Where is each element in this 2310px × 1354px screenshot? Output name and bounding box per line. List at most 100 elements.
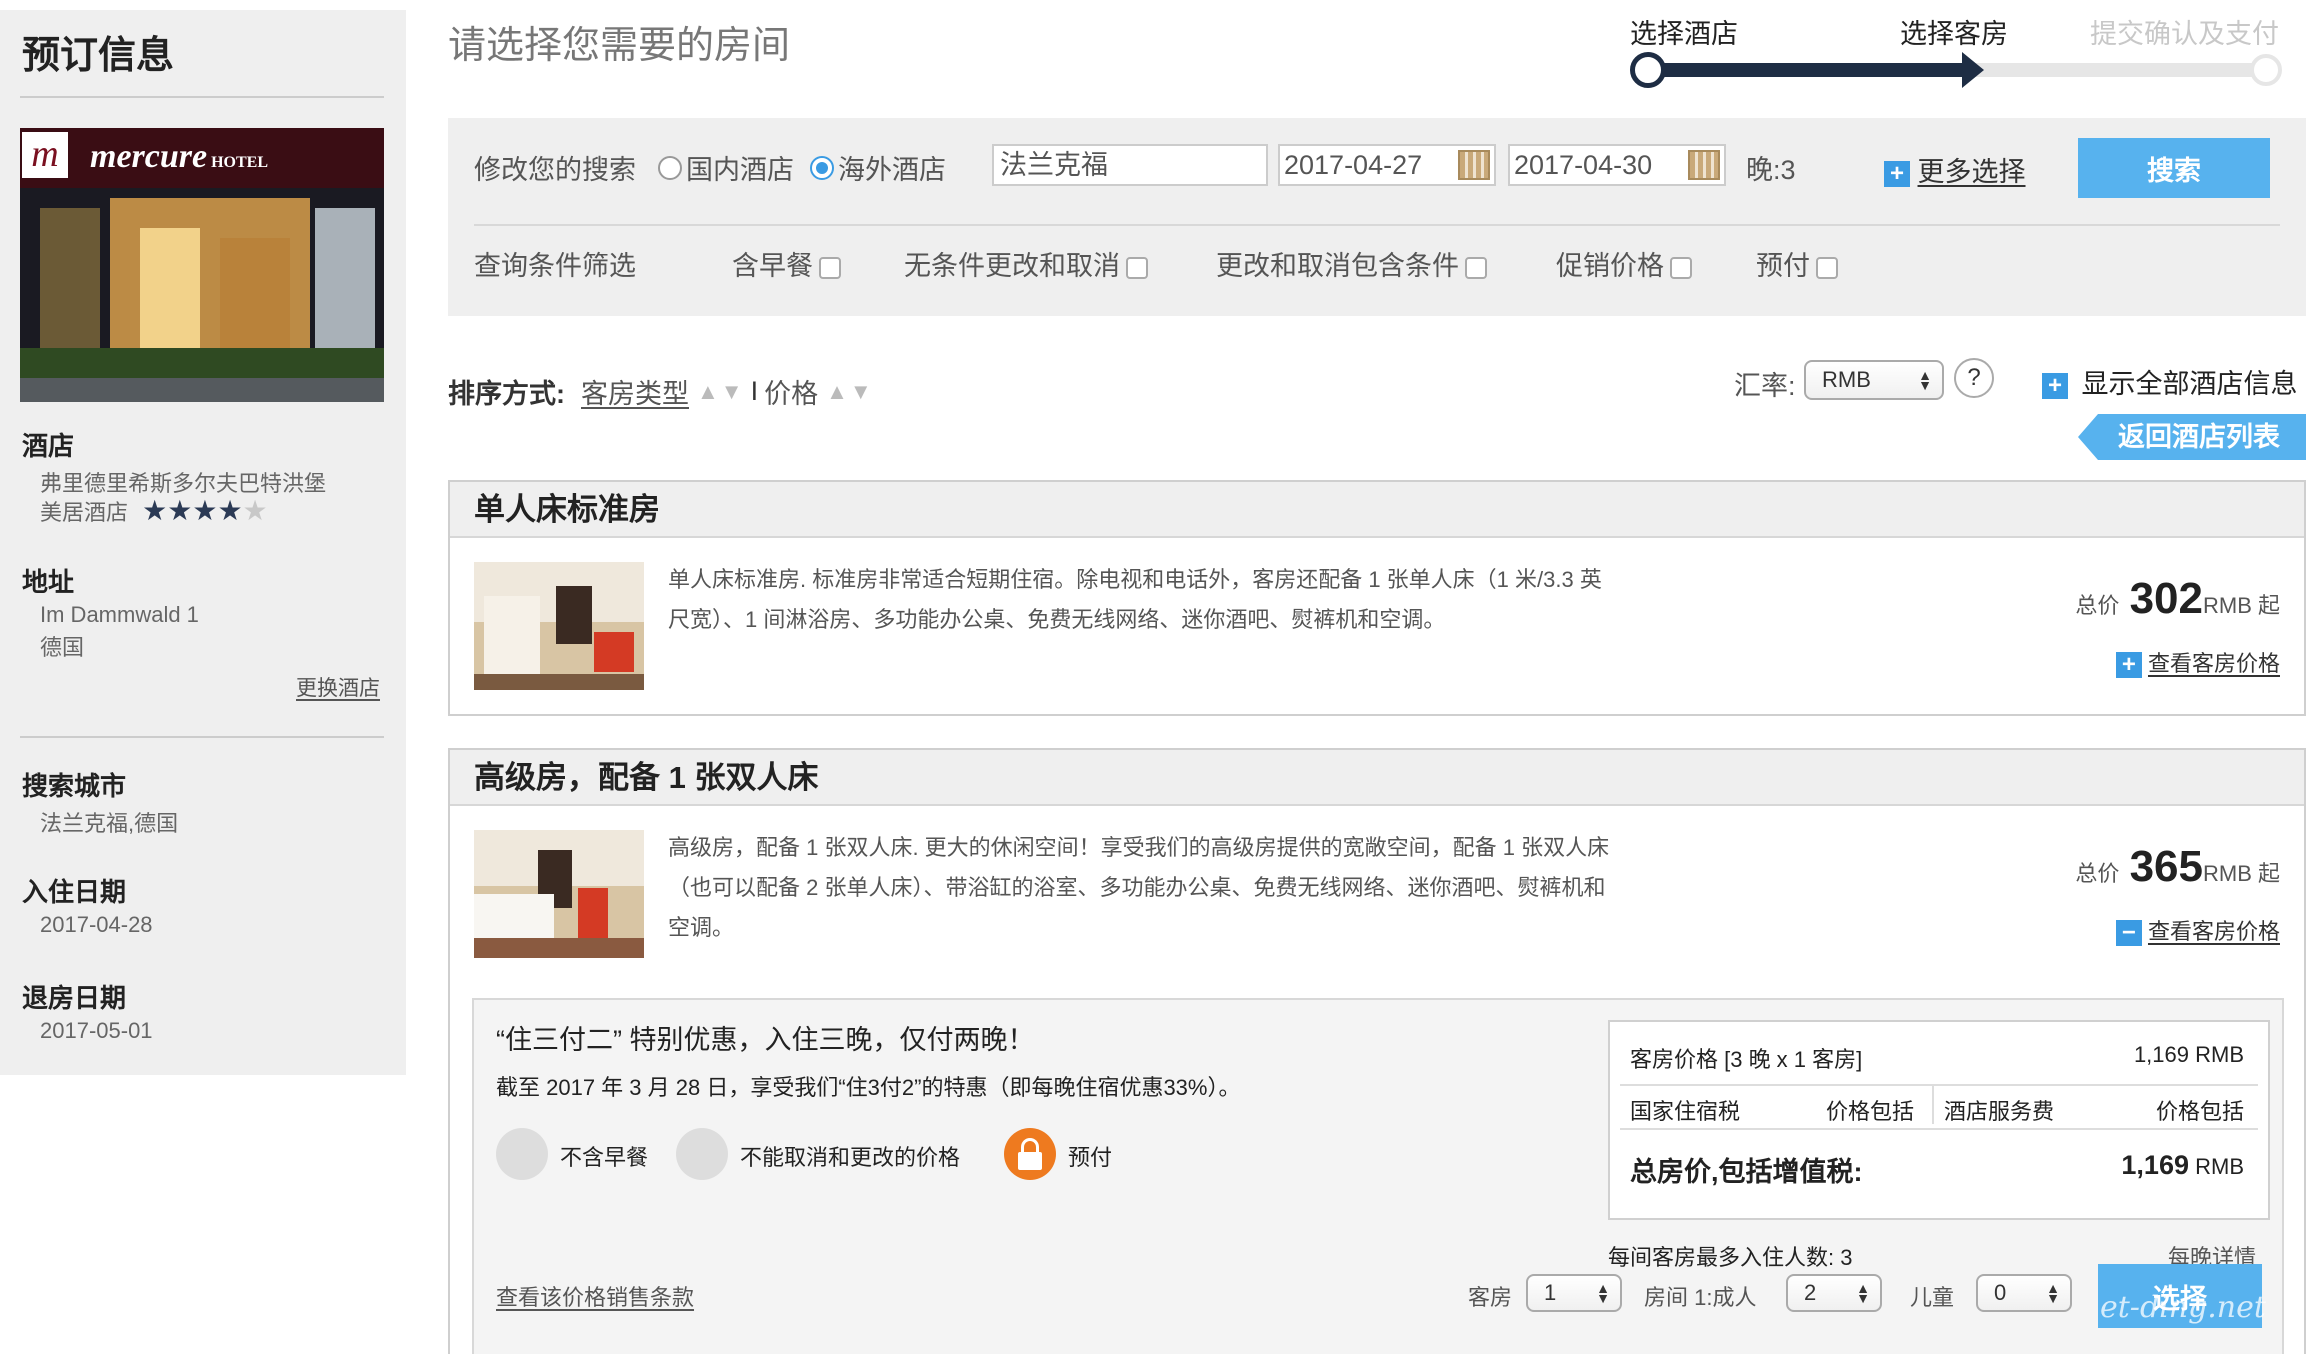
room-description-line2: （也可以配备 2 张单人床）、带浴缸的浴室、多功能办公桌、免费无线网络、迷你酒吧… — [668, 875, 1606, 900]
show-all-hotel-info[interactable]: + 显示全部酒店信息 — [2042, 362, 2298, 401]
change-hotel-link[interactable]: 更换酒店 — [296, 672, 380, 702]
no-breakfast-icon — [496, 1128, 548, 1180]
step-select-hotel: 选择酒店 — [1630, 19, 1738, 49]
room-title: 高级房，配备 1 张双人床 — [450, 750, 2304, 806]
sort-separator: I — [750, 376, 759, 406]
filter-breakfast[interactable]: 含早餐 — [732, 244, 841, 283]
select-caret-icon: ▲ ▼ — [1918, 367, 1932, 393]
more-options-link[interactable]: + 更多选择 — [1884, 150, 2026, 189]
checkin-label: 入住日期 — [22, 877, 127, 907]
sales-terms-link[interactable]: 查看该价格销售条款 — [496, 1280, 694, 1312]
view-room-prices-link[interactable]: + 查看客房价格 — [2115, 646, 2280, 679]
calendar-icon-2[interactable] — [1688, 150, 1720, 180]
view-room-prices-link[interactable]: − 查看客房价格 — [2115, 914, 2280, 947]
radio-domestic[interactable]: 国内酒店 — [658, 148, 794, 187]
plus-icon: + — [2042, 372, 2068, 399]
adults-select[interactable]: 2 ▲ ▼ — [1786, 1274, 1882, 1312]
non-refundable-icon — [676, 1128, 728, 1180]
address-line2: 德国 — [40, 635, 85, 660]
filter-prepay-checkbox[interactable] — [1816, 256, 1838, 279]
city-label: 搜索城市 — [22, 771, 127, 801]
service-fee-label: 酒店服务费 — [1944, 1099, 2055, 1124]
sidebar-divider — [20, 96, 384, 98]
filter-conditional-cancel[interactable]: 更改和取消包含条件 — [1216, 244, 1487, 283]
price-row-divider-2 — [1620, 1128, 2258, 1130]
filter-promo[interactable]: 促销价格 — [1556, 244, 1692, 283]
progress-arrow-icon — [1962, 52, 1984, 88]
room-price: 总价 365RMB 起 — [2075, 842, 2280, 891]
price-col-divider — [1932, 1086, 1934, 1124]
room-title: 单人床标准房 — [450, 482, 2304, 538]
checkout-label: 退房日期 — [22, 983, 127, 1013]
room-photo[interactable] — [474, 830, 644, 958]
tax-value: 价格包括 — [1826, 1099, 1915, 1124]
help-icon[interactable]: ? — [1954, 358, 1994, 398]
sort-bar: 排序方式: 客房类型 ▲▼ I 价格 ▲▼ — [448, 372, 874, 411]
total-value: 1,169 RMB — [2121, 1150, 2244, 1180]
rooms-count-select[interactable]: 1 ▲ ▼ — [1526, 1274, 1622, 1312]
filter-prepay[interactable]: 预付 — [1756, 244, 1838, 283]
step-confirm-pay: 提交确认及支付 — [2090, 19, 2279, 49]
radio-overseas-circle[interactable] — [810, 155, 834, 180]
calendar-icon[interactable] — [1458, 150, 1490, 180]
room-description-line3: 空调。 — [668, 915, 735, 940]
radio-overseas[interactable]: 海外酒店 — [810, 148, 946, 187]
sidebar-divider-2 — [20, 736, 384, 738]
watermark: et-ding.net — [2100, 1290, 2266, 1325]
service-fee-value: 价格包括 — [2155, 1099, 2244, 1124]
nights-count: 晚:3 — [1746, 155, 1796, 185]
progress-start-dot — [1630, 52, 1666, 88]
room-card-superior: 高级房，配备 1 张双人床 高级房，配备 1 张双人床. 更大的休闲空间！享受我… — [448, 748, 2306, 1354]
hotel-name-line2: 美居酒店 ★★★★★ — [40, 495, 268, 526]
sort-label: 排序方式: — [448, 379, 565, 409]
address-label: 地址 — [22, 567, 75, 597]
sidebar-title: 预订信息 — [22, 35, 175, 77]
room-price-value: 1,169 RMB — [2133, 1042, 2244, 1067]
sort-by-room-type[interactable]: 客房类型 — [581, 372, 689, 411]
page-title: 请选择您需要的房间 — [448, 25, 791, 67]
filter-breakfast-checkbox[interactable] — [819, 256, 841, 279]
filter-conditional-cancel-checkbox[interactable] — [1465, 256, 1487, 279]
tax-label: 国家住宿税 — [1630, 1099, 1741, 1124]
checkout-value: 2017-05-01 — [40, 1018, 153, 1043]
offer-description: 截至 2017 年 3 月 28 日，享受我们“住3付2”的特惠（即每晚住宿优惠… — [496, 1075, 1241, 1100]
address-line1: Im Dammwald 1 — [40, 602, 199, 627]
adults-label: 房间 1:成人 — [1644, 1285, 1757, 1310]
hotel-photo: m mercure HOTEL — [20, 128, 384, 402]
room-description: 高级房，配备 1 张双人床. 更大的休闲空间！享受我们的高级房提供的宽敞空间，配… — [668, 835, 1610, 860]
prepay-lock-icon — [1004, 1128, 1056, 1180]
total-label: 总房价,包括增值税: — [1630, 1157, 1863, 1187]
city-input[interactable]: 法兰克福 — [992, 144, 1268, 186]
progress-fill — [1646, 63, 1966, 77]
room-card-standard: 单人床标准房 单人床标准房. 标准房非常适合短期住宿。除电视和电话外，客房还配备… — [448, 480, 2306, 716]
sort-price-arrows-icon[interactable]: ▲▼ — [826, 379, 874, 405]
radio-domestic-circle[interactable] — [658, 155, 682, 180]
currency-select[interactable]: RMB ▲ ▼ — [1804, 360, 1944, 400]
offer-title: “住三付二” 特别优惠，入住三晚，仅付两晚！ — [496, 1025, 1035, 1055]
modify-search-label: 修改您的搜索 — [474, 155, 636, 185]
room-photo[interactable] — [474, 562, 644, 690]
room-description-line2: 尺宽）、1 间淋浴房、多功能办公桌、免费无线网络、迷你酒吧、熨裤机和空调。 — [668, 607, 1446, 632]
children-select[interactable]: 0 ▲ ▼ — [1976, 1274, 2072, 1312]
mercure-logo-m: m — [22, 132, 68, 178]
search-button[interactable]: 搜索 — [2078, 138, 2270, 198]
max-guests: 每间客房最多入住人数: 3 — [1608, 1245, 1853, 1270]
checkin-value: 2017-04-28 — [40, 912, 153, 937]
sort-by-price[interactable]: 价格 — [764, 372, 818, 411]
filter-free-cancel-checkbox[interactable] — [1126, 256, 1148, 279]
room-price: 总价 302RMB 起 — [2075, 574, 2280, 623]
rooms-count-label: 客房 — [1468, 1285, 1513, 1310]
sort-type-arrows-icon[interactable]: ▲▼ — [697, 379, 745, 405]
feature-no-breakfast: 不含早餐 — [560, 1145, 649, 1170]
filter-promo-checkbox[interactable] — [1670, 256, 1692, 279]
step-select-room: 选择客房 — [1900, 19, 2008, 49]
back-to-list-button[interactable]: 返回酒店列表 — [2078, 414, 2306, 460]
hotel-label: 酒店 — [22, 431, 75, 461]
city-value: 法兰克福,德国 — [40, 811, 179, 836]
price-row-divider — [1620, 1084, 2258, 1086]
filter-free-cancel[interactable]: 无条件更改和取消 — [904, 244, 1148, 283]
currency-label: 汇率: — [1734, 371, 1796, 401]
select-caret-icon: ▲ ▼ — [1596, 1280, 1610, 1306]
plus-icon: + — [1884, 160, 1910, 187]
room-description: 单人床标准房. 标准房非常适合短期住宿。除电视和电话外，客房还配备 1 张单人床… — [668, 567, 1602, 592]
